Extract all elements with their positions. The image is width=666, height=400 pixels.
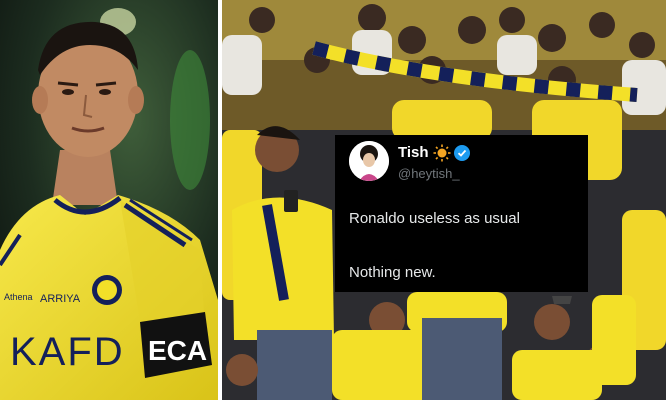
tweet-display-name[interactable]: Tish	[398, 144, 429, 161]
sun-emoji-icon	[433, 144, 451, 162]
player-illustration: ECA KAFD ARRIYA Athena	[0, 0, 218, 400]
tweet-card: Tish @heytish_ Ronaldo useless as usual …	[335, 135, 588, 292]
tweet-text-line: Ronaldo useless as usual	[349, 210, 520, 227]
tweet-text-line: Nothing new.	[349, 264, 436, 281]
player-photo: ECA KAFD ARRIYA Athena	[0, 0, 218, 400]
tweet-handle[interactable]: @heytish_	[398, 166, 460, 181]
svg-text:KAFD: KAFD	[10, 330, 125, 374]
avatar	[349, 141, 389, 181]
svg-text:Athena: Athena	[4, 292, 33, 302]
svg-text:ECA: ECA	[148, 335, 207, 366]
verified-badge-icon	[454, 145, 470, 161]
svg-text:ARRIYA: ARRIYA	[40, 293, 81, 305]
